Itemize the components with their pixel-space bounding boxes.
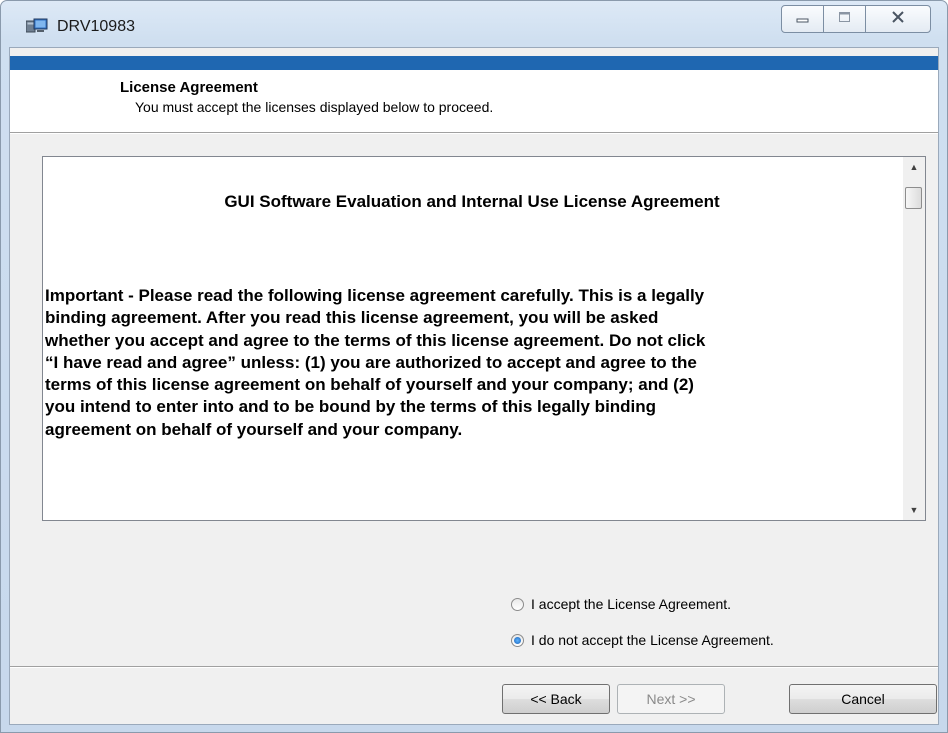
license-line: binding agreement. After you read this l… — [45, 308, 659, 328]
maximize-button[interactable] — [823, 5, 866, 33]
decline-label[interactable]: I do not accept the License Agreement. — [531, 632, 774, 648]
accept-radio[interactable] — [511, 597, 524, 611]
cancel-button[interactable]: Cancel — [789, 684, 937, 714]
minimize-icon — [796, 10, 810, 28]
close-icon — [891, 10, 905, 28]
accept-option[interactable]: I accept the License Agreement. — [511, 596, 731, 612]
dialog-client-area: License Agreement You must accept the li… — [9, 47, 939, 725]
footer-divider — [10, 666, 938, 668]
accept-label[interactable]: I accept the License Agreement. — [531, 596, 731, 612]
license-body: Important - Please read the following li… — [45, 285, 897, 441]
license-text-box[interactable]: GUI Software Evaluation and Internal Use… — [42, 156, 926, 521]
license-line: “I have read and agree” unless: (1) you … — [45, 352, 697, 372]
installer-window: DRV10983 License Agreement You must acce… — [0, 0, 948, 733]
page-title: License Agreement — [120, 79, 258, 96]
page-header: License Agreement You must accept the li… — [10, 70, 938, 132]
scroll-up-arrow-icon[interactable]: ▲ — [903, 157, 925, 177]
scroll-down-arrow-icon[interactable]: ▼ — [903, 500, 925, 520]
next-button[interactable]: Next >> — [617, 684, 725, 714]
license-scrollbar[interactable]: ▲ ▼ — [903, 157, 925, 520]
maximize-icon — [838, 10, 852, 28]
installer-computer-icon — [25, 18, 48, 34]
license-line: Important - Please read the following li… — [45, 286, 705, 305]
close-button[interactable] — [865, 5, 931, 33]
license-line: terms of this license agreement on behal… — [45, 375, 694, 395]
page-subtitle: You must accept the licenses displayed b… — [135, 99, 494, 115]
minimize-button[interactable] — [781, 5, 824, 33]
license-heading: GUI Software Evaluation and Internal Use… — [224, 192, 720, 211]
caption-buttons — [781, 5, 931, 35]
decline-radio[interactable] — [511, 633, 524, 647]
window-title: DRV10983 — [57, 18, 135, 35]
license-line: you intend to enter into and to be bound… — [45, 397, 657, 417]
license-line: agreement on behalf of yourself and your… — [45, 419, 463, 439]
title-bar[interactable]: DRV10983 — [1, 1, 947, 47]
header-color-band — [10, 56, 938, 70]
scroll-thumb[interactable] — [905, 187, 922, 209]
header-divider — [10, 132, 938, 134]
decline-option[interactable]: I do not accept the License Agreement. — [511, 632, 774, 648]
back-button[interactable]: << Back — [502, 684, 610, 714]
license-line: whether you accept and agree to the term… — [45, 330, 706, 350]
